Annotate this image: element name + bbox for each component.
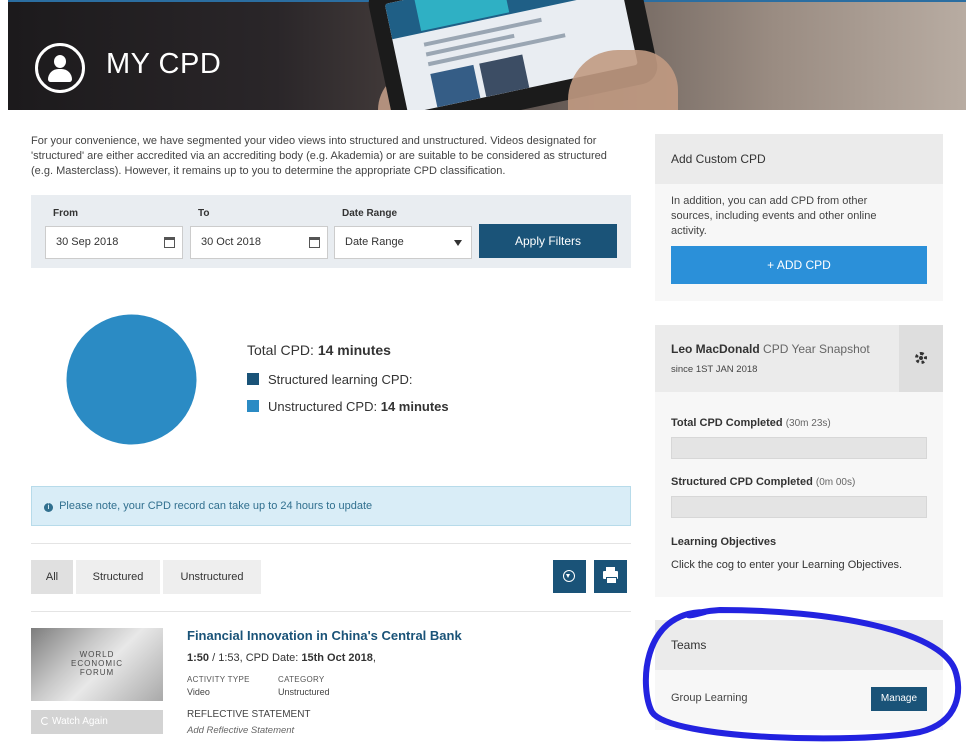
print-icon <box>603 567 618 584</box>
legend-structured-label: Structured learning CPD: <box>268 372 413 387</box>
total-cpd-label: Total CPD: <box>247 342 314 358</box>
from-label: From <box>53 208 78 219</box>
total-completed-bar <box>671 437 927 459</box>
watch-again-button[interactable]: Watch Again <box>31 710 163 734</box>
legend-swatch-structured <box>247 373 259 385</box>
category-label: CATEGORY <box>278 675 325 684</box>
wef-logo: WORLD ECONOMIC FORUM <box>71 650 123 677</box>
video-thumbnail[interactable]: WORLD ECONOMIC FORUM <box>31 628 163 701</box>
date-range-label: Date Range <box>342 208 398 219</box>
pie-slice-unstructured <box>66 314 197 445</box>
to-label: To <box>198 208 210 219</box>
update-notice: i Please note, your CPD record can take … <box>31 486 631 526</box>
calendar-icon <box>309 237 320 248</box>
video-meta: 1:50 / 1:53, CPD Date: 15th Oct 2018, <box>187 652 376 664</box>
custom-cpd-header: Add Custom CPD <box>655 134 943 184</box>
download-icon <box>563 570 575 582</box>
download-button[interactable] <box>553 560 586 593</box>
objectives-settings-button[interactable] <box>899 325 943 392</box>
apply-filters-button[interactable]: Apply Filters <box>479 224 617 258</box>
cpd-pie-chart <box>66 314 197 445</box>
gear-icon <box>915 352 927 364</box>
info-icon: i <box>44 503 53 512</box>
watched-time: 1:50 <box>187 652 210 664</box>
legend-unstructured-value: 14 minutes <box>380 399 449 414</box>
to-date-input[interactable]: 30 Oct 2018 <box>190 226 328 259</box>
activity-type-label: ACTIVITY TYPE <box>187 675 250 684</box>
category-value: Unstructured <box>278 687 330 697</box>
to-date-value: 30 Oct 2018 <box>201 236 261 248</box>
total-completed-label: Total CPD Completed (30m 23s) <box>671 417 831 429</box>
intro-text: For your convenience, we have segmented … <box>31 135 607 177</box>
from-date-input[interactable]: 30 Sep 2018 <box>45 226 183 259</box>
structured-completed-label: Structured CPD Completed (0m 00s) <box>671 476 856 488</box>
legend-unstructured: Unstructured CPD: 14 minutes <box>247 399 449 414</box>
print-button[interactable] <box>594 560 627 593</box>
learning-objectives-title: Learning Objectives <box>671 536 777 548</box>
watch-again-label: Watch Again <box>52 716 108 727</box>
snapshot-since: since 1ST JAN 2018 <box>671 364 758 375</box>
manage-team-button[interactable]: Manage <box>871 687 927 711</box>
legend-unstructured-label: Unstructured CPD: <box>268 399 378 414</box>
from-date-value: 30 Sep 2018 <box>56 236 119 248</box>
reflective-statement-label: REFLECTIVE STATEMENT <box>187 709 311 720</box>
date-range-value: Date Range <box>345 236 404 248</box>
page-header-banner: MY CPD <box>8 0 966 110</box>
total-cpd: Total CPD: 14 minutes <box>247 342 391 358</box>
refresh-icon <box>41 717 49 725</box>
divider <box>31 543 631 544</box>
teams-header: Teams <box>655 620 943 670</box>
snapshot-title: Leo MacDonald CPD Year Snapshot <box>671 342 870 356</box>
user-avatar-icon <box>35 43 85 93</box>
custom-cpd-text: In addition, you can add CPD from other … <box>671 195 877 237</box>
snapshot-header: Leo MacDonald CPD Year Snapshot since 1S… <box>655 325 899 392</box>
custom-cpd-title: Add Custom CPD <box>671 152 766 166</box>
legend-swatch-unstructured <box>247 400 259 412</box>
tab-structured[interactable]: Structured <box>76 560 160 594</box>
teams-title: Teams <box>671 638 707 652</box>
duration-text: / 1:53, CPD Date: <box>209 652 302 664</box>
tab-all[interactable]: All <box>31 560 73 594</box>
total-cpd-value: 14 minutes <box>317 342 391 358</box>
page-title: MY CPD <box>106 48 222 80</box>
structured-completed-bar <box>671 496 927 518</box>
activity-type-value: Video <box>187 687 210 697</box>
tab-unstructured[interactable]: Unstructured <box>163 560 261 594</box>
chevron-down-icon <box>454 240 462 246</box>
notice-text: Please note, your CPD record can take up… <box>59 500 373 512</box>
legend-structured: Structured learning CPD: <box>247 372 413 387</box>
snapshot-user-name: Leo MacDonald <box>671 342 760 356</box>
learning-objectives-text: Click the cog to enter your Learning Obj… <box>671 559 903 571</box>
add-cpd-button[interactable]: + ADD CPD <box>671 246 927 284</box>
filter-bar: From 30 Sep 2018 To 30 Oct 2018 Date Ran… <box>31 195 631 268</box>
cpd-date: 15th Oct 2018 <box>301 652 373 664</box>
calendar-icon <box>164 237 175 248</box>
divider <box>31 611 631 612</box>
date-range-select[interactable]: Date Range <box>334 226 472 259</box>
team-name: Group Learning <box>671 692 748 704</box>
video-title-link[interactable]: Financial Innovation in China's Central … <box>187 628 462 643</box>
add-reflective-statement-link[interactable]: Add Reflective Statement <box>187 725 294 736</box>
